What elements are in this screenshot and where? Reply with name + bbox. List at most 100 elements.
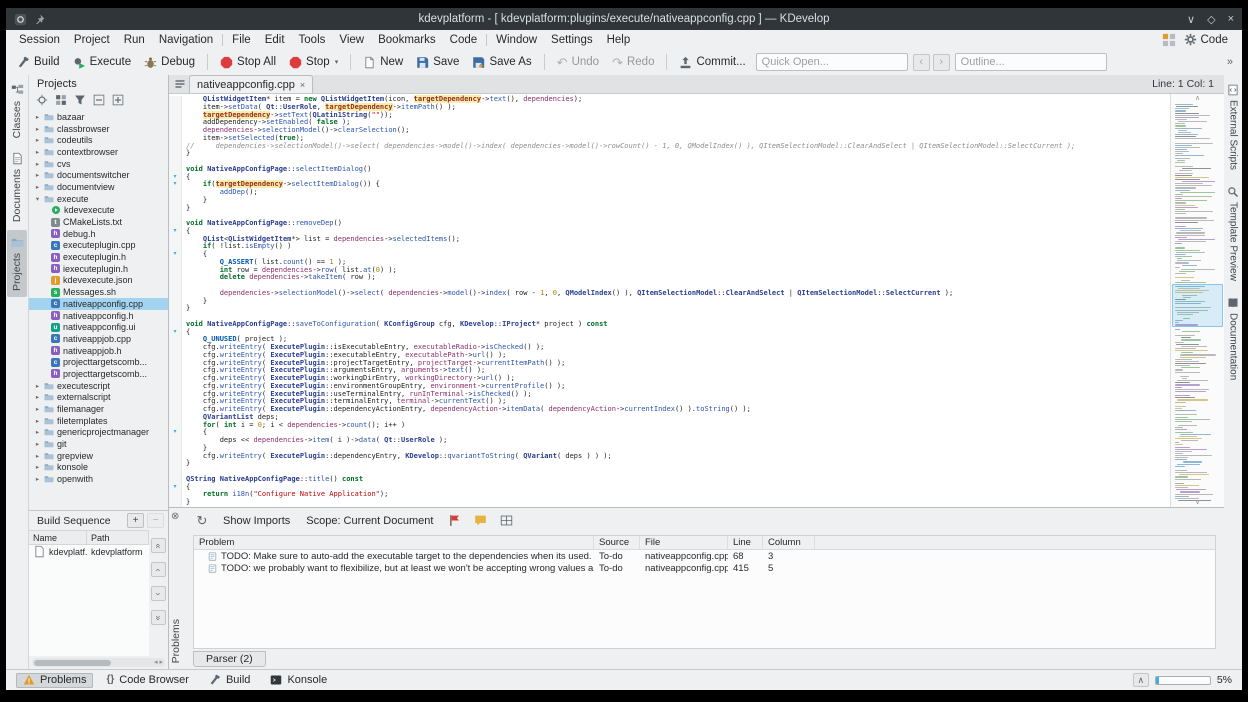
outline-input[interactable] — [954, 53, 1107, 71]
show-imports-button[interactable]: Show Imports — [219, 513, 294, 529]
statusbar-build-button[interactable]: Build — [202, 673, 257, 688]
code-line[interactable]: return i18n("Configure Native Applicatio… — [169, 490, 1170, 499]
fold-marker-gutter[interactable] — [169, 274, 182, 282]
code-line[interactable]: cfg.writeEntry( ExecutePlugin::dependenc… — [169, 452, 1170, 461]
fold-marker-gutter[interactable]: ▾ — [169, 328, 182, 337]
minimap-scrollbar[interactable]: ∧ ∨ — [1170, 94, 1224, 507]
reparse-icon[interactable]: ↻ — [193, 512, 211, 529]
grouping-icon[interactable] — [497, 512, 515, 529]
code-line[interactable]: // dependencies->selectionModel()->selec… — [169, 142, 1170, 151]
close-button[interactable]: × — [1228, 13, 1234, 26]
expandall-button[interactable] — [109, 92, 126, 108]
tree-item[interactable]: h nativeappjob.h — [29, 345, 168, 357]
dock-tab-external-scripts[interactable]: External Scripts — [1224, 79, 1242, 175]
menu-view[interactable]: View — [332, 32, 371, 48]
fold-marker-gutter[interactable] — [169, 320, 182, 329]
tree-item[interactable]: ▸ git — [29, 438, 168, 450]
tree-item[interactable]: ▸ executescript — [29, 380, 168, 392]
tree-item[interactable]: h iexecuteplugin.h — [29, 263, 168, 275]
column-header-problem[interactable]: Problem — [194, 536, 594, 549]
expand-arrow-icon[interactable]: ▸ — [34, 393, 41, 401]
code-line[interactable]: } — [169, 204, 1170, 213]
collapse-arrow-icon[interactable]: ▾ — [34, 195, 41, 203]
toolbar-overflow-icon[interactable]: » — [1223, 54, 1237, 70]
execute-button[interactable]: Execute — [67, 53, 138, 72]
fold-marker-gutter[interactable] — [169, 134, 182, 143]
expand-arrow-icon[interactable]: ▸ — [34, 113, 41, 121]
fold-marker-gutter[interactable] — [169, 468, 182, 476]
expand-arrow-icon[interactable]: ▸ — [34, 440, 41, 448]
tree-item[interactable]: ▸ codeutils — [29, 134, 168, 146]
move-top-button[interactable]: « — [151, 538, 166, 553]
code-line[interactable]: void NativeAppConfigPage::removeDep() — [169, 219, 1170, 228]
tree-item[interactable]: c nativeappconfig.cpp — [29, 298, 168, 310]
tree-item[interactable]: ▸ classbrowser — [29, 123, 168, 135]
menu-edit[interactable]: Edit — [258, 32, 292, 48]
code-line[interactable]: QList<QListWidgetItem*> list = dependenc… — [169, 235, 1170, 244]
menu-window[interactable]: Window — [489, 32, 544, 48]
scroll-down-icon[interactable]: ∨ — [1171, 499, 1224, 506]
tree-item[interactable]: ▸ bazaar — [29, 111, 168, 123]
expand-arrow-icon[interactable]: ▸ — [34, 160, 41, 168]
column-header-path[interactable]: Path — [87, 531, 149, 544]
add-build-item-button[interactable]: + — [127, 513, 144, 528]
problem-row[interactable]: TODO: we probably want to flexibilize, b… — [194, 563, 1215, 576]
fold-marker-gutter[interactable] — [169, 444, 182, 453]
tree-item[interactable]: ▸ grepview — [29, 450, 168, 462]
expand-arrow-icon[interactable]: ▸ — [34, 382, 41, 390]
fold-marker-gutter[interactable] — [169, 289, 182, 298]
expand-arrow-icon[interactable]: ▸ — [34, 452, 41, 460]
fold-marker-gutter[interactable] — [169, 367, 182, 375]
column-header-line[interactable]: Line — [728, 536, 763, 549]
filter-errors-icon[interactable] — [445, 512, 463, 529]
expand-arrow-icon[interactable]: ▸ — [34, 463, 41, 471]
horizontal-scrollbar[interactable]: ◂ ▸ — [32, 658, 165, 667]
build-button[interactable]: Build — [11, 53, 66, 72]
titlebar[interactable]: kdevplatform - [ kdevplatform:plugins/ex… — [6, 8, 1242, 30]
fold-marker-gutter[interactable] — [169, 103, 182, 112]
column-header-source[interactable]: Source — [594, 536, 640, 549]
commit-button[interactable]: Commit... — [673, 53, 751, 72]
fold-marker-gutter[interactable] — [169, 258, 182, 267]
expand-arrow-icon[interactable]: ▸ — [34, 183, 41, 191]
tree-item[interactable]: ▸ contextbrowser — [29, 146, 168, 158]
dock-tab-classes[interactable]: Classes — [7, 78, 27, 144]
tree-item[interactable]: ▸ konsole — [29, 462, 168, 474]
column-header-file[interactable]: File — [640, 536, 728, 549]
move-bottom-button[interactable]: » — [151, 610, 166, 625]
filter-warnings-icon[interactable] — [471, 512, 489, 529]
scroll-right-icon[interactable]: ▸ — [159, 659, 163, 666]
menu-tools[interactable]: Tools — [292, 32, 333, 48]
new-button[interactable]: New — [357, 53, 409, 72]
fold-marker-gutter[interactable] — [169, 406, 182, 414]
fold-marker-gutter[interactable] — [169, 127, 182, 135]
editor-tab[interactable]: nativeappconfig.cpp × — [189, 75, 314, 93]
fold-marker-gutter[interactable] — [169, 398, 182, 406]
stop-button[interactable]: Stop ▾ — [283, 53, 344, 72]
maximize-button[interactable]: ◇ — [1207, 13, 1215, 26]
dock-tab-projects[interactable]: Projects — [7, 230, 27, 298]
remove-build-item-button[interactable]: − — [147, 513, 164, 528]
tree-item[interactable]: c projecttargetscomb... — [29, 356, 168, 368]
filter-button[interactable] — [71, 92, 88, 108]
fold-marker-gutter[interactable] — [169, 421, 182, 430]
fold-marker-gutter[interactable] — [169, 111, 182, 120]
area-switcher-icon[interactable] — [1162, 33, 1176, 47]
menu-run[interactable]: Run — [117, 32, 152, 48]
fold-marker-gutter[interactable] — [169, 243, 182, 251]
expand-arrow-icon[interactable]: ▸ — [34, 136, 41, 144]
code-line[interactable]: addDep(); — [169, 188, 1170, 197]
nav-forward-button[interactable]: › — [932, 53, 950, 71]
fold-marker-gutter[interactable]: ▾ — [169, 429, 182, 437]
fold-marker-gutter[interactable] — [169, 499, 182, 507]
fold-marker-gutter[interactable] — [169, 158, 182, 166]
code-line[interactable]: cfg.writeEntry( ExecutePlugin::dependenc… — [169, 405, 1170, 414]
fold-marker-gutter[interactable] — [169, 375, 182, 383]
code-line[interactable]: void NativeAppConfigPage::selectItemDial… — [169, 165, 1170, 174]
collapse-toolviews-icon[interactable]: ∧ — [1132, 673, 1149, 687]
fold-marker-gutter[interactable] — [169, 336, 182, 344]
fold-marker-gutter[interactable] — [169, 359, 182, 368]
menu-session[interactable]: Session — [12, 32, 67, 48]
fold-marker-gutter[interactable] — [169, 413, 182, 422]
debug-button[interactable]: Debug — [138, 53, 201, 72]
